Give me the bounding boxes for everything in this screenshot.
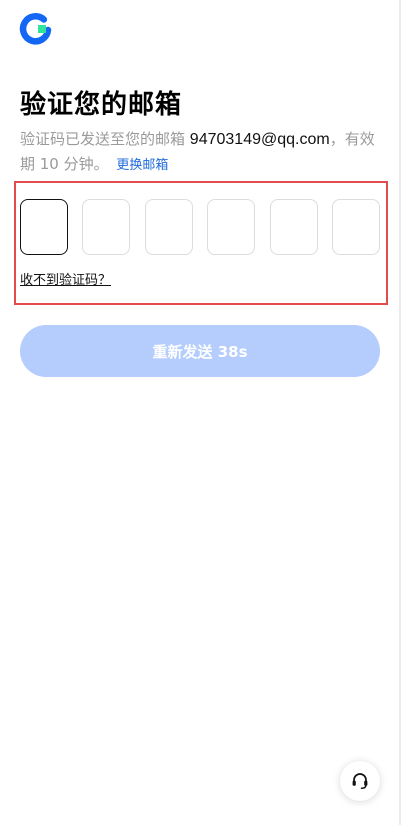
headset-icon [352,773,368,789]
code-digit-box-1[interactable] [20,199,68,255]
customer-support-button[interactable] [340,761,380,801]
page-title: 验证您的邮箱 [20,90,183,120]
change-email-link[interactable]: 更换邮箱 [116,158,168,173]
no-code-link[interactable]: 收不到验证码？ [20,269,111,288]
code-digit-box-3[interactable] [145,199,193,255]
verification-code-input[interactable] [20,199,380,255]
code-digit-box-4[interactable] [207,199,255,255]
verification-description: 验证码已发送至您的邮箱 94703149@qq.com，有效期 10 分钟。 更… [20,127,382,178]
description-prefix: 验证码已发送至您的邮箱 [20,130,186,148]
logo-icon [19,12,53,46]
email-address: 94703149@qq.com [189,131,330,148]
resend-code-button[interactable]: 重新发送 38s [20,325,380,377]
code-digit-box-5[interactable] [270,199,318,255]
code-digit-box-2[interactable] [82,199,130,255]
code-digit-box-6[interactable] [332,199,380,255]
